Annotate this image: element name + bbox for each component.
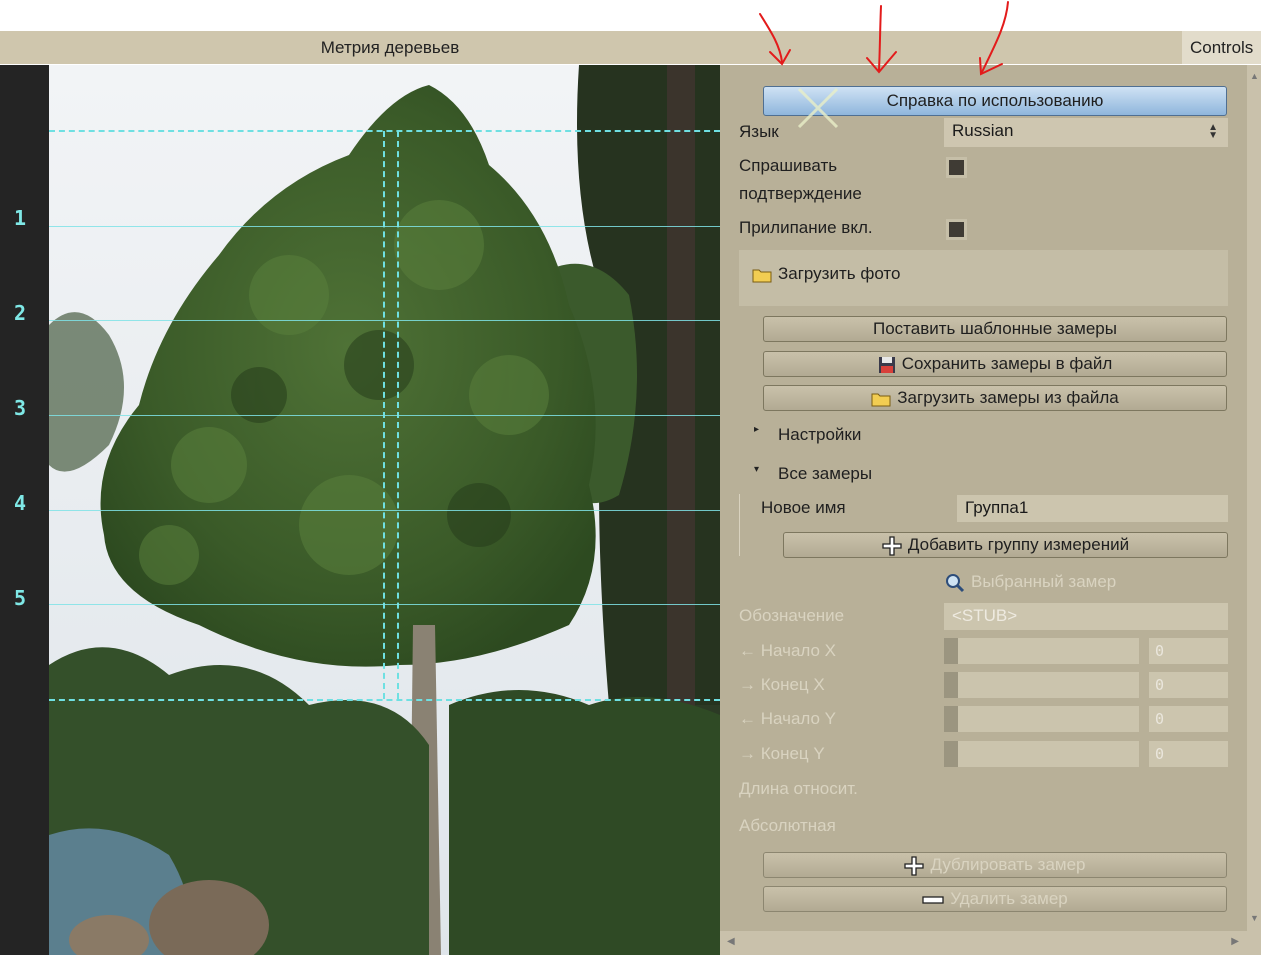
new-name-label: Новое имя — [761, 498, 846, 517]
app-title: Метрия деревьев — [320, 38, 460, 57]
floppy-disk-icon — [878, 356, 895, 373]
duplicate-measurement-button[interactable]: Дублировать замер — [763, 852, 1227, 878]
plus-icon — [904, 855, 925, 876]
level-line-5 — [49, 604, 734, 605]
select-arrows-icon: ▲ ▼ — [1208, 122, 1218, 141]
designation-label: Обозначение — [739, 606, 845, 625]
scroll-left-icon[interactable]: ◀ — [727, 936, 735, 947]
start-y-number[interactable]: 0 — [1149, 706, 1228, 732]
start-x-number[interactable]: 0 — [1149, 638, 1228, 664]
new-name-value: Группа1 — [965, 498, 1029, 517]
controls-tab[interactable]: Controls — [1182, 31, 1261, 64]
slider-knob[interactable] — [944, 638, 958, 664]
ruler-mark: 2 — [14, 301, 27, 325]
settings-folder[interactable]: Настройки — [778, 421, 861, 449]
start-x-slider[interactable] — [944, 638, 1139, 664]
end-x-slider[interactable] — [944, 672, 1139, 698]
group-indent-line — [739, 494, 740, 556]
ruler-mark: 4 — [14, 491, 27, 515]
relative-length-label: Длина относит. — [739, 779, 858, 798]
add-group-label: Добавить группу измерений — [907, 535, 1130, 554]
scroll-right-icon[interactable]: ▶ — [1231, 936, 1239, 947]
absolute-label: Абсолютная — [739, 816, 836, 835]
confirm-checkbox[interactable] — [946, 157, 967, 178]
end-y-label: → Конец Y — [739, 744, 825, 763]
delete-measurement-button[interactable]: Удалить замер — [763, 886, 1227, 912]
set-template-label: Поставить шаблонные замеры — [873, 319, 1117, 338]
ruler-mark: 1 — [14, 206, 27, 230]
title-bar: Метрия деревьев — [0, 31, 1182, 64]
level-line-2 — [49, 320, 734, 321]
end-y-number[interactable]: 0 — [1149, 741, 1228, 767]
end-x-number[interactable]: 0 — [1149, 672, 1228, 698]
slider-knob[interactable] — [944, 706, 958, 732]
vertical-scrollbar[interactable]: ▲ ▼ — [1247, 65, 1261, 931]
scroll-corner — [1247, 931, 1261, 955]
level-line-3 — [49, 415, 734, 416]
start-x-label: ← Начало X — [739, 641, 837, 660]
snap-label: Прилипание вкл. — [739, 218, 873, 237]
folder-icon — [752, 269, 772, 283]
controls-tab-label: Controls — [1190, 38, 1254, 57]
start-y-slider[interactable] — [944, 706, 1139, 732]
bottom-guide-dashed[interactable] — [49, 699, 720, 701]
designation-input[interactable]: <STUB> — [944, 603, 1228, 630]
new-name-input[interactable]: Группа1 — [957, 495, 1228, 522]
collapsed-triangle-icon[interactable]: ▸ — [754, 424, 759, 435]
delete-measurement-label: Удалить замер — [950, 889, 1068, 908]
start-y-value: 0 — [1155, 710, 1165, 728]
slider-knob[interactable] — [944, 741, 958, 767]
all-measurements-folder[interactable]: Все замеры — [778, 460, 872, 488]
folder-icon — [871, 393, 891, 407]
minus-icon — [922, 895, 944, 904]
language-label: Язык — [739, 122, 779, 141]
set-template-button[interactable]: Поставить шаблонные замеры — [763, 316, 1227, 342]
load-photo-area[interactable]: Загрузить фото — [739, 250, 1228, 306]
load-measurements-button[interactable]: Загрузить замеры из файла — [763, 385, 1227, 411]
scroll-up-icon[interactable]: ▲ — [1250, 71, 1259, 81]
plus-icon — [882, 535, 902, 556]
save-measurements-label: Сохранить замеры в файл — [901, 354, 1113, 373]
load-photo-label: Загрузить фото — [778, 264, 901, 283]
ruler-mark: 5 — [14, 586, 27, 610]
language-value: Russian — [952, 121, 1014, 140]
language-select[interactable]: Russian ▲ ▼ — [944, 118, 1228, 147]
confirm-label-line2: подтверждение — [739, 184, 862, 203]
selected-measurement-label: Выбранный замер — [971, 572, 1117, 591]
duplicate-measurement-label: Дублировать замер — [930, 855, 1086, 874]
horizontal-scrollbar[interactable]: ◀ ▶ — [720, 931, 1247, 955]
load-measurements-label: Загрузить замеры из файла — [897, 388, 1119, 407]
scroll-down-icon[interactable]: ▼ — [1250, 913, 1259, 923]
add-group-button[interactable]: Добавить группу измерений — [783, 532, 1228, 558]
expanded-triangle-icon[interactable]: ▾ — [754, 464, 759, 475]
cursor-cross-icon — [797, 87, 839, 129]
confirm-label: Спрашивать — [739, 156, 838, 175]
selected-measurement-row: Выбранный замер — [945, 568, 1116, 596]
snap-checkbox[interactable] — [946, 219, 967, 240]
level-line-4 — [49, 510, 734, 511]
ruler-mark: 3 — [14, 396, 27, 420]
level-line-1 — [49, 226, 734, 227]
save-measurements-button[interactable]: Сохранить замеры в файл — [763, 351, 1227, 377]
load-photo-row: Загрузить фото — [752, 260, 900, 288]
help-button-label: Справка по использованию — [886, 91, 1104, 110]
end-x-value: 0 — [1155, 676, 1165, 694]
end-y-value: 0 — [1155, 745, 1165, 763]
start-x-value: 0 — [1155, 642, 1165, 660]
designation-value: <STUB> — [952, 606, 1018, 625]
start-y-label: ← Начало Y — [739, 709, 837, 728]
level-ruler: 1 2 3 4 5 — [0, 65, 49, 955]
magnifier-icon — [946, 573, 965, 592]
end-y-slider[interactable] — [944, 741, 1139, 767]
end-x-label: → Конец X — [739, 675, 825, 694]
slider-knob[interactable] — [944, 672, 958, 698]
